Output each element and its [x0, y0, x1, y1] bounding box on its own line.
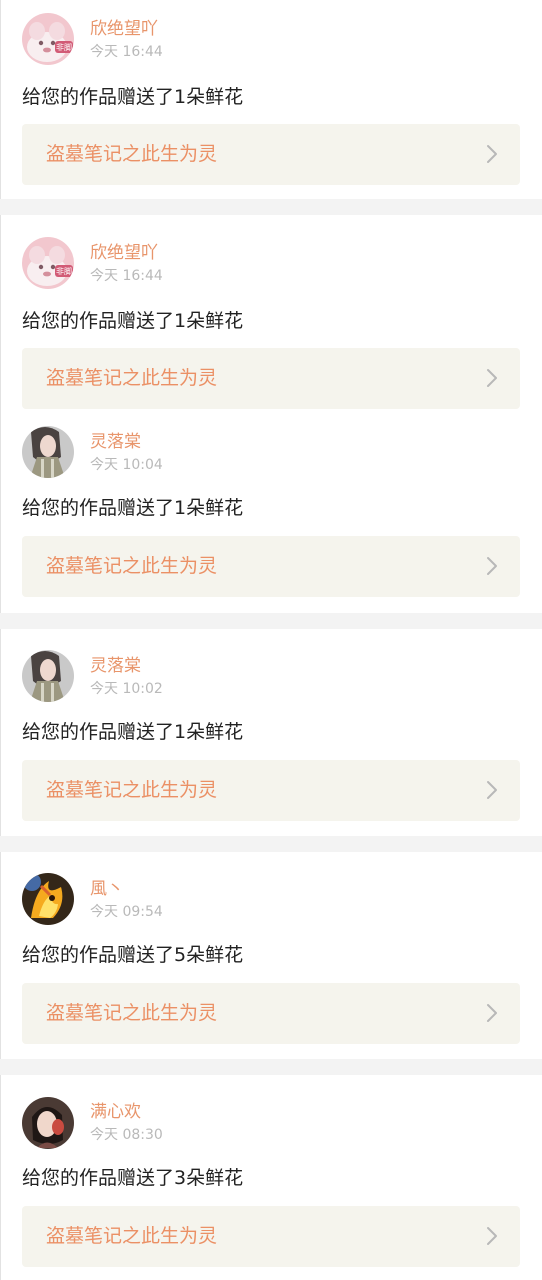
pink-cat-avatar-icon: 非脚: [22, 13, 74, 65]
user-avatar[interactable]: 非脚: [22, 13, 74, 65]
gift-message: 给您的作品赠送了1朵鲜花: [22, 497, 244, 519]
section-divider: [0, 199, 542, 215]
notification-item: 風丶 今天 09:54 给您的作品赠送了5朵鲜花 盗墓笔记之此生为灵: [0, 852, 542, 1059]
user-avatar[interactable]: [22, 650, 74, 702]
user-avatar[interactable]: [22, 426, 74, 478]
work-link-card[interactable]: 盗墓笔记之此生为灵: [22, 1206, 520, 1267]
chevron-right-icon: [485, 368, 499, 388]
notification-item: 非脚 欣绝望吖 今天 16:44 给您的作品赠送了1朵鲜花 盗墓笔记之此生为灵: [0, 215, 542, 412]
avatar-badge-text: 非脚: [56, 266, 72, 276]
notification-time: 今天 09:54: [90, 904, 163, 920]
work-link-card[interactable]: 盗墓笔记之此生为灵: [22, 983, 520, 1044]
section-divider: [0, 836, 542, 852]
section-divider: [0, 1059, 542, 1075]
username[interactable]: 欣绝望吖: [90, 18, 158, 40]
girl-dress-avatar-icon: [22, 426, 74, 478]
user-avatar[interactable]: 非脚: [22, 237, 74, 289]
notification-item: 非脚 欣绝望吖 今天 16:44 给您的作品赠送了1朵鲜花 盗墓笔记之此生为灵: [0, 0, 542, 199]
notification-time: 今天 10:02: [90, 681, 163, 697]
user-avatar[interactable]: [22, 1097, 74, 1149]
work-link-card[interactable]: 盗墓笔记之此生为灵: [22, 760, 520, 821]
user-avatar[interactable]: [22, 873, 74, 925]
dark-girl-avatar-icon: [22, 1097, 74, 1149]
gift-message: 给您的作品赠送了3朵鲜花: [22, 1167, 244, 1189]
notification-time: 今天 10:04: [90, 457, 163, 473]
username[interactable]: 灵落棠: [90, 431, 141, 453]
notification-time: 今天 16:44: [90, 44, 163, 60]
avatar-badge-text: 非脚: [56, 42, 72, 52]
work-title: 盗墓笔记之此生为灵: [46, 1225, 218, 1247]
gift-message: 给您的作品赠送了1朵鲜花: [22, 310, 244, 332]
work-link-card[interactable]: 盗墓笔记之此生为灵: [22, 536, 520, 597]
gift-message: 给您的作品赠送了1朵鲜花: [22, 721, 244, 743]
chevron-right-icon: [485, 144, 499, 164]
username[interactable]: 欣绝望吖: [90, 242, 158, 264]
chevron-right-icon: [485, 780, 499, 800]
work-title: 盗墓笔记之此生为灵: [46, 1002, 218, 1024]
notification-item: 灵落棠 今天 10:02 给您的作品赠送了1朵鲜花 盗墓笔记之此生为灵: [0, 629, 542, 836]
gift-message: 给您的作品赠送了1朵鲜花: [22, 86, 244, 108]
username[interactable]: 满心欢: [90, 1101, 141, 1123]
chevron-right-icon: [485, 1226, 499, 1246]
work-title: 盗墓笔记之此生为灵: [46, 779, 218, 801]
section-divider: [0, 613, 542, 629]
work-title: 盗墓笔记之此生为灵: [46, 367, 218, 389]
notification-time: 今天 16:44: [90, 268, 163, 284]
work-link-card[interactable]: 盗墓笔记之此生为灵: [22, 348, 520, 409]
username[interactable]: 灵落棠: [90, 655, 141, 677]
notification-time: 今天 08:30: [90, 1127, 163, 1143]
notification-item: 灵落棠 今天 10:04 给您的作品赠送了1朵鲜花 盗墓笔记之此生为灵: [0, 412, 542, 613]
girl-dress-avatar-icon: [22, 650, 74, 702]
gift-message: 给您的作品赠送了5朵鲜花: [22, 944, 244, 966]
work-link-card[interactable]: 盗墓笔记之此生为灵: [22, 124, 520, 185]
chevron-right-icon: [485, 556, 499, 576]
flower-gift-notification-feed: 非脚 欣绝望吖 今天 16:44 给您的作品赠送了1朵鲜花 盗墓笔记之此生为灵: [0, 0, 542, 1280]
chevron-right-icon: [485, 1003, 499, 1023]
pink-cat-avatar-icon: 非脚: [22, 237, 74, 289]
fire-cartoon-avatar-icon: [22, 873, 74, 925]
notification-item: 满心欢 今天 08:30 给您的作品赠送了3朵鲜花 盗墓笔记之此生为灵: [0, 1075, 542, 1280]
work-title: 盗墓笔记之此生为灵: [46, 143, 218, 165]
username[interactable]: 風丶: [90, 878, 124, 900]
work-title: 盗墓笔记之此生为灵: [46, 555, 218, 577]
